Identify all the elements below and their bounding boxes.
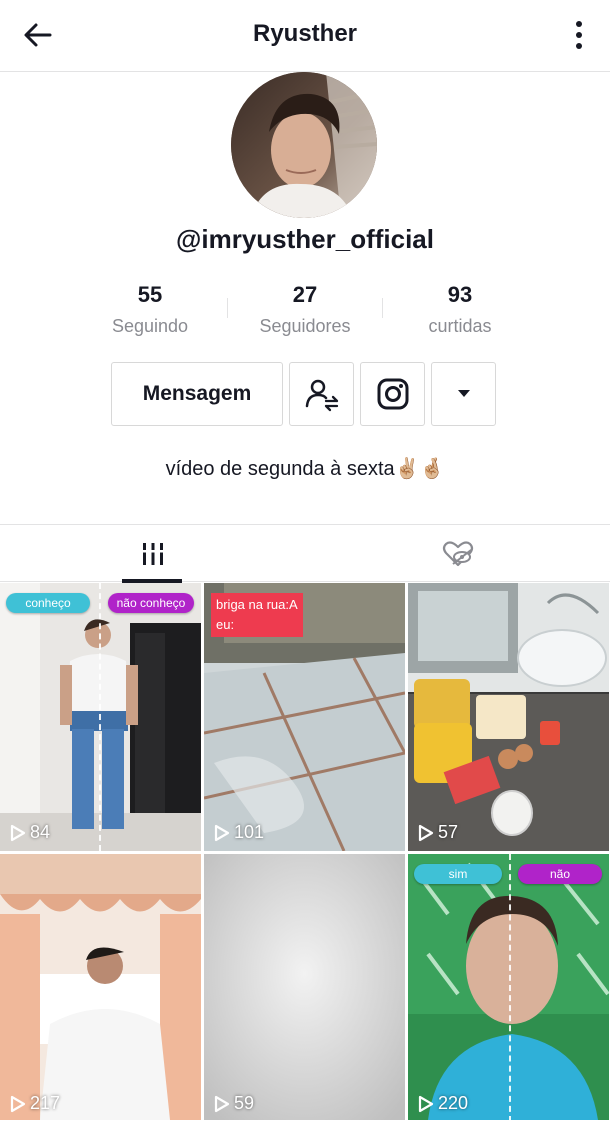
view-count: 101 bbox=[214, 822, 264, 843]
profile-bio: vídeo de segunda à sexta✌🏼🤞🏼 bbox=[165, 458, 445, 480]
view-count: 220 bbox=[418, 1093, 468, 1114]
stat-following-value: 55 bbox=[137, 282, 163, 307]
view-count-value: 59 bbox=[234, 1093, 255, 1113]
instagram-icon bbox=[377, 378, 408, 410]
stat-followers-value: 27 bbox=[292, 282, 318, 307]
content-tabs bbox=[0, 524, 610, 583]
avatar-photo bbox=[231, 72, 377, 218]
play-icon bbox=[10, 824, 26, 841]
view-count: 59 bbox=[214, 1093, 254, 1114]
tab-liked[interactable] bbox=[305, 525, 610, 583]
video-frame bbox=[408, 583, 609, 851]
stat-likes[interactable]: 93 curtidas bbox=[382, 282, 538, 337]
play-icon bbox=[214, 824, 230, 841]
video-caption-line: briga na rua:A bbox=[216, 597, 298, 612]
play-icon bbox=[418, 824, 434, 841]
center-divider bbox=[509, 854, 511, 1122]
view-count-value: 101 bbox=[234, 822, 265, 842]
view-count-value: 84 bbox=[30, 822, 51, 842]
view-count: 217 bbox=[10, 1093, 60, 1114]
instagram-button[interactable] bbox=[360, 362, 425, 426]
view-count-value: 217 bbox=[30, 1093, 61, 1113]
top-bar: Ryusther bbox=[0, 0, 610, 72]
stat-followers-label: Seguidores bbox=[259, 316, 351, 336]
video-thumbnail[interactable]: sim não 220 bbox=[408, 854, 609, 1122]
center-divider bbox=[99, 583, 101, 851]
video-caption: briga na rua:A eu: bbox=[211, 593, 303, 637]
more-options-button[interactable] bbox=[431, 362, 496, 426]
overlay-option: não bbox=[518, 864, 602, 884]
play-icon bbox=[214, 1095, 230, 1112]
stat-followers[interactable]: 27 Seguidores bbox=[227, 282, 383, 337]
view-count-value: 57 bbox=[438, 822, 459, 842]
video-caption-line: eu: bbox=[216, 617, 235, 632]
view-count-value: 220 bbox=[438, 1093, 469, 1113]
video-frame bbox=[204, 854, 405, 1120]
video-thumbnail[interactable]: 57 bbox=[408, 583, 609, 851]
vertical-dots-icon[interactable] bbox=[570, 18, 588, 52]
overlay-option: sim bbox=[414, 864, 502, 884]
video-thumbnail[interactable]: 59 bbox=[204, 854, 405, 1122]
video-thumbnail[interactable]: briga na rua:A eu: 101 bbox=[204, 583, 405, 851]
play-icon bbox=[418, 1095, 434, 1112]
stat-following[interactable]: 55 Seguindo bbox=[72, 282, 228, 337]
overlay-option: conheço bbox=[6, 593, 90, 613]
stat-likes-value: 93 bbox=[447, 282, 473, 307]
message-button[interactable]: Mensagem bbox=[111, 362, 283, 426]
video-thumbnail[interactable]: conheço não conheço 84 bbox=[0, 583, 201, 851]
avatar[interactable] bbox=[231, 72, 377, 218]
stat-following-label: Seguindo bbox=[111, 316, 189, 336]
video-thumbnail[interactable]: 217 bbox=[0, 854, 201, 1122]
view-count: 57 bbox=[418, 822, 458, 843]
heart-hidden-icon bbox=[442, 541, 473, 567]
stat-likes-label: curtidas bbox=[428, 316, 492, 336]
play-icon bbox=[10, 1095, 26, 1112]
grid-icon bbox=[140, 543, 165, 565]
caret-down-icon bbox=[457, 390, 470, 397]
video-frame bbox=[0, 854, 201, 1120]
profile-handle: @imryusther_official bbox=[176, 224, 434, 254]
follow-toggle-button[interactable] bbox=[289, 362, 354, 426]
view-count: 84 bbox=[10, 822, 50, 843]
page-title: Ryusther bbox=[252, 20, 358, 47]
overlay-option: não conheço bbox=[108, 593, 194, 613]
user-follow-icon bbox=[305, 379, 338, 412]
tab-videos[interactable] bbox=[0, 525, 305, 583]
